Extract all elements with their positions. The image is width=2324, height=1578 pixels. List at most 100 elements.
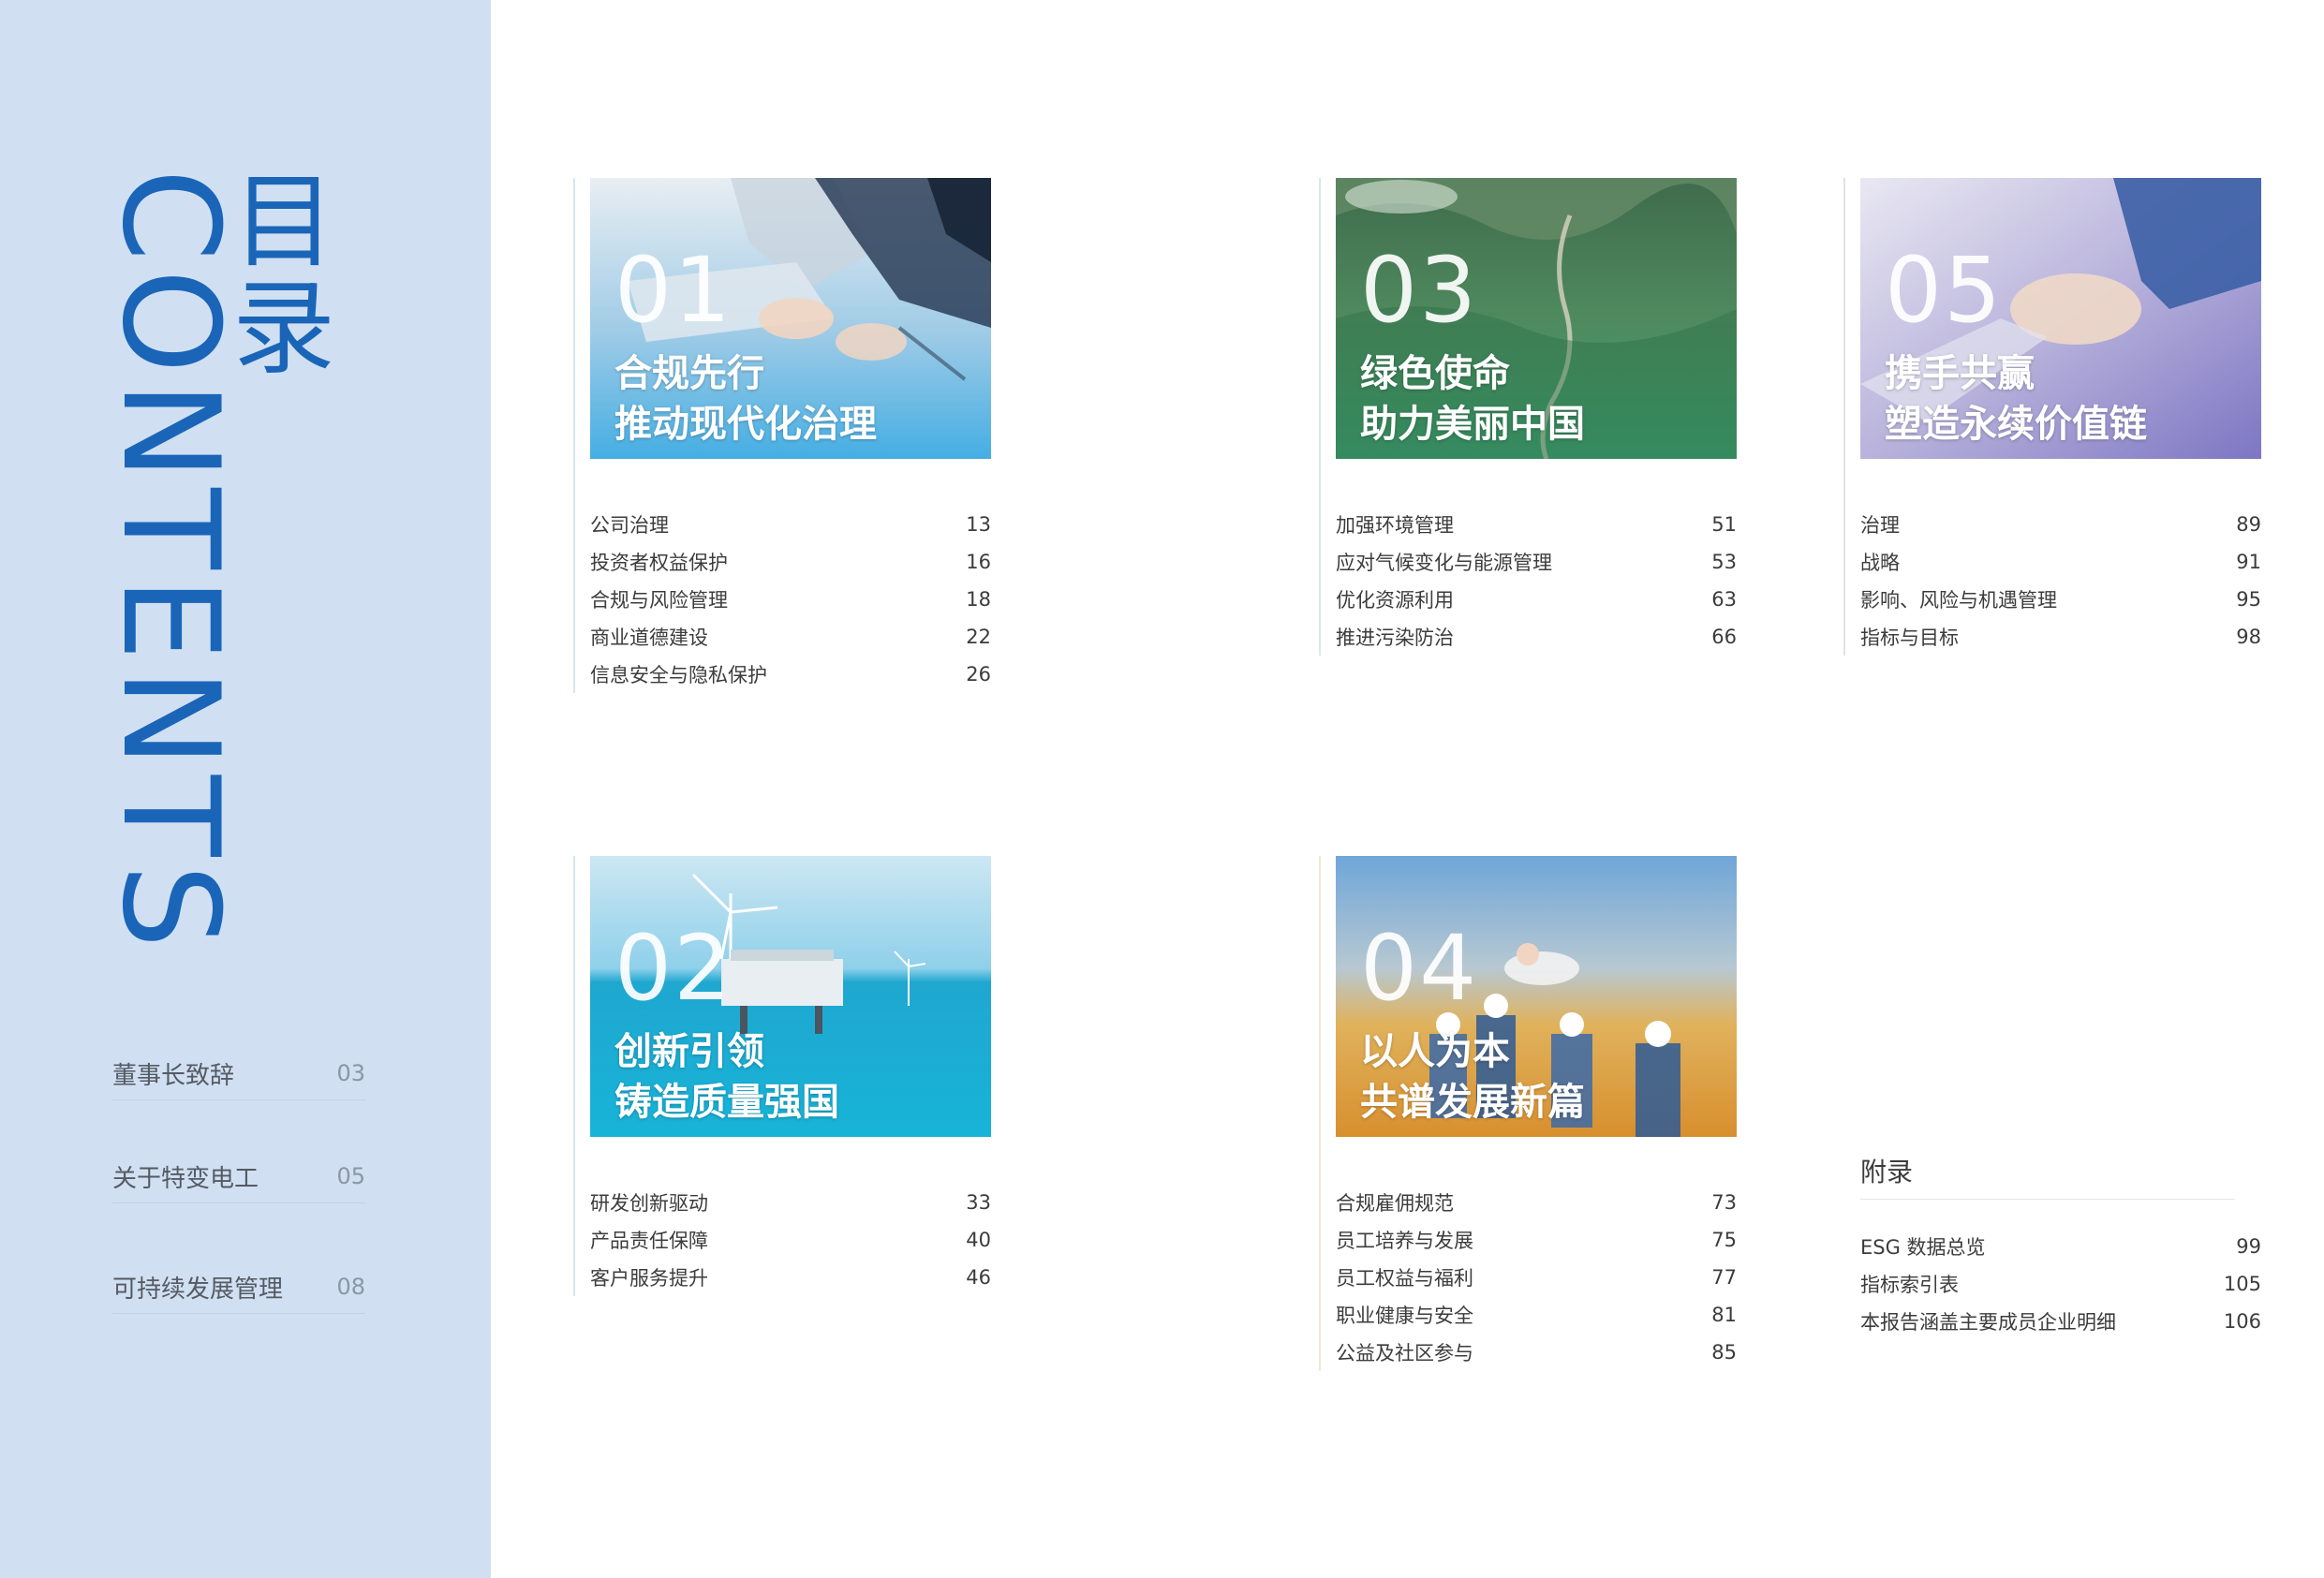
- toc-item[interactable]: 战略 91: [1860, 543, 2261, 581]
- toc-label: 公益及社区参与: [1336, 1342, 1473, 1364]
- side-link-label: 可持续发展管理: [112, 1275, 284, 1304]
- chapter-02-toc: 研发创新驱动 33 产品责任保障 40 客户服务提升 46: [590, 1184, 991, 1296]
- chapter-02-banner[interactable]: 02 创新引领 铸造质量强国: [590, 856, 991, 1137]
- chapter-04: 04 以人为本 共谱发展新篇 合规雇佣规范 73 员工培养与发展 75 员工权益与福…: [1319, 856, 1742, 1371]
- toc-item[interactable]: 公益及社区参与 85: [1336, 1334, 1737, 1371]
- toc-label: 加强环境管理: [1336, 514, 1454, 537]
- toc-label: 员工权益与福利: [1336, 1267, 1473, 1290]
- toc-item[interactable]: 公司治理 13: [590, 506, 991, 543]
- chapter-05-banner[interactable]: 05 携手共赢 塑造永续价值链: [1860, 178, 2261, 459]
- side-link-page: 08: [336, 1274, 365, 1300]
- toc-label: 指标索引表: [1860, 1274, 1959, 1296]
- toc-item[interactable]: 产品责任保障 40: [590, 1221, 991, 1259]
- toc-item[interactable]: ESG 数据总览 99: [1860, 1228, 2261, 1265]
- side-link-sustainability-management[interactable]: 可持续发展管理 08: [112, 1261, 365, 1314]
- toc-label: 应对气候变化与能源管理: [1336, 552, 1552, 574]
- toc-item[interactable]: 指标索引表 105: [1860, 1265, 2261, 1303]
- toc-item[interactable]: 员工权益与福利 77: [1336, 1259, 1737, 1296]
- toc-item[interactable]: 员工培养与发展 75: [1336, 1221, 1737, 1259]
- toc-page: 105: [2223, 1273, 2261, 1295]
- toc-item[interactable]: 合规与风险管理 18: [590, 581, 991, 618]
- toc-label: 信息安全与隐私保护: [590, 664, 767, 686]
- toc-page: 46: [966, 1266, 991, 1289]
- toc-item[interactable]: 商业道德建设 22: [590, 618, 991, 656]
- toc-label: 员工培养与发展: [1336, 1230, 1473, 1252]
- toc-page: 63: [1711, 588, 1737, 611]
- chapter-04-banner[interactable]: 04 以人为本 共谱发展新篇: [1336, 856, 1737, 1137]
- chapter-title-line2: 推动现代化治理: [614, 403, 877, 446]
- toc-page: 98: [2236, 626, 2261, 648]
- toc-item[interactable]: 加强环境管理 51: [1336, 506, 1737, 543]
- toc-page: 53: [1711, 551, 1737, 573]
- toc-item[interactable]: 优化资源利用 63: [1336, 581, 1737, 618]
- chapter-number: 03: [1360, 238, 1479, 343]
- chapter-03: 03 绿色使命 助力美丽中国 加强环境管理 51 应对气候变化与能源管理 53 优化…: [1319, 178, 1742, 656]
- chapter-title-line1: 合规先行: [614, 352, 764, 395]
- chapter-05: 05 携手共赢 塑造永续价值链 治理 89 战略 91 影响、风险与机遇管理 95 指…: [1843, 178, 2267, 656]
- chapter-03-banner[interactable]: 03 绿色使命 助力美丽中国: [1336, 178, 1737, 459]
- toc-item[interactable]: 应对气候变化与能源管理 53: [1336, 543, 1737, 581]
- toc-item[interactable]: 合规雇佣规范 73: [1336, 1184, 1737, 1221]
- toc-label: 优化资源利用: [1336, 589, 1454, 612]
- appendix-toc: ESG 数据总览 99 指标索引表 105 本报告涵盖主要成员企业明细 106: [1860, 1228, 2261, 1340]
- toc-page: 51: [1711, 513, 1737, 536]
- chapter-number: 04: [1360, 916, 1479, 1021]
- toc-item[interactable]: 治理 89: [1860, 506, 2261, 543]
- toc-item[interactable]: 本报告涵盖主要成员企业明细 106: [1860, 1303, 2261, 1340]
- toc-label: 治理: [1860, 514, 1900, 537]
- chapter-title-line2: 塑造永续价值链: [1885, 403, 2147, 446]
- toc-page: 89: [2236, 513, 2261, 536]
- chapter-number: 01: [614, 238, 733, 343]
- toc-page: 26: [966, 663, 991, 686]
- toc-label: 战略: [1860, 552, 1900, 574]
- chapter-01-banner[interactable]: 01 合规先行 推动现代化治理: [590, 178, 991, 459]
- toc-label: 投资者权益保护: [590, 552, 728, 574]
- chapter-01-toc: 公司治理 13 投资者权益保护 16 合规与风险管理 18 商业道德建设 22 信息安全…: [590, 506, 991, 693]
- chapter-01: 01 合规先行 推动现代化治理 公司治理 13 投资者权益保护 16 合规与风险管理…: [573, 178, 997, 693]
- toc-page: 18: [966, 588, 991, 611]
- appendix: 附录 ESG 数据总览 99 指标索引表 105 本报告涵盖主要成员企业明细 106: [1840, 1143, 2261, 1340]
- toc-item[interactable]: 客户服务提升 46: [590, 1259, 991, 1296]
- toc-page: 33: [966, 1191, 991, 1214]
- toc-page: 66: [1711, 626, 1737, 648]
- toc-label: 合规雇佣规范: [1336, 1192, 1454, 1215]
- side-link-page: 05: [336, 1163, 365, 1189]
- toc-item[interactable]: 影响、风险与机遇管理 95: [1860, 581, 2261, 618]
- side-link-page: 03: [336, 1060, 365, 1086]
- toc-item[interactable]: 推进污染防治 66: [1336, 618, 1737, 656]
- side-link-label: 关于特变电工: [112, 1164, 259, 1193]
- toc-label: 职业健康与安全: [1336, 1305, 1473, 1327]
- toc-page: 81: [1711, 1304, 1737, 1326]
- toc-item[interactable]: 指标与目标 98: [1860, 618, 2261, 656]
- toc-page: 85: [1711, 1341, 1737, 1364]
- chapter-number: 05: [1885, 238, 2004, 343]
- side-link-chairman-message[interactable]: 董事长致辞 03: [112, 1047, 365, 1100]
- sidebar-band: CONTENTS 目录 董事长致辞 03 关于特变电工 05 可持续发展管理 0…: [0, 0, 491, 1578]
- toc-page: 77: [1711, 1266, 1737, 1289]
- toc-label: 合规与风险管理: [590, 589, 728, 612]
- toc-item[interactable]: 投资者权益保护 16: [590, 543, 991, 581]
- chapter-number: 02: [614, 916, 733, 1021]
- chapter-title-line1: 创新引领: [614, 1030, 764, 1073]
- toc-label: ESG 数据总览: [1860, 1236, 1986, 1259]
- toc-page: 40: [966, 1229, 991, 1251]
- toc-page: 99: [2236, 1235, 2261, 1258]
- page-title: 目录: [215, 167, 334, 380]
- toc-label: 研发创新驱动: [590, 1192, 708, 1215]
- appendix-heading: 附录: [1860, 1143, 2235, 1200]
- toc-label: 本报告涵盖主要成员企业明细: [1860, 1311, 2116, 1334]
- toc-page: 22: [966, 626, 991, 648]
- side-link-about-company[interactable]: 关于特变电工 05: [112, 1150, 365, 1203]
- chapter-title-line2: 铸造质量强国: [614, 1081, 839, 1124]
- chapter-05-toc: 治理 89 战略 91 影响、风险与机遇管理 95 指标与目标 98: [1860, 506, 2261, 656]
- chapter-04-toc: 合规雇佣规范 73 员工培养与发展 75 员工权益与福利 77 职业健康与安全 81 公…: [1336, 1184, 1737, 1371]
- chapter-02: 02 创新引领 铸造质量强国 研发创新驱动 33 产品责任保障 40 客户服务提升 4…: [573, 856, 997, 1296]
- toc-item[interactable]: 研发创新驱动 33: [590, 1184, 991, 1221]
- toc-page: 91: [2236, 551, 2261, 573]
- toc-label: 客户服务提升: [590, 1267, 708, 1290]
- toc-item[interactable]: 信息安全与隐私保护 26: [590, 656, 991, 693]
- toc-page: 16: [966, 551, 991, 573]
- chapter-title-line1: 携手共赢: [1885, 352, 2035, 395]
- chapter-title-line2: 助力美丽中国: [1360, 403, 1585, 446]
- toc-item[interactable]: 职业健康与安全 81: [1336, 1296, 1737, 1334]
